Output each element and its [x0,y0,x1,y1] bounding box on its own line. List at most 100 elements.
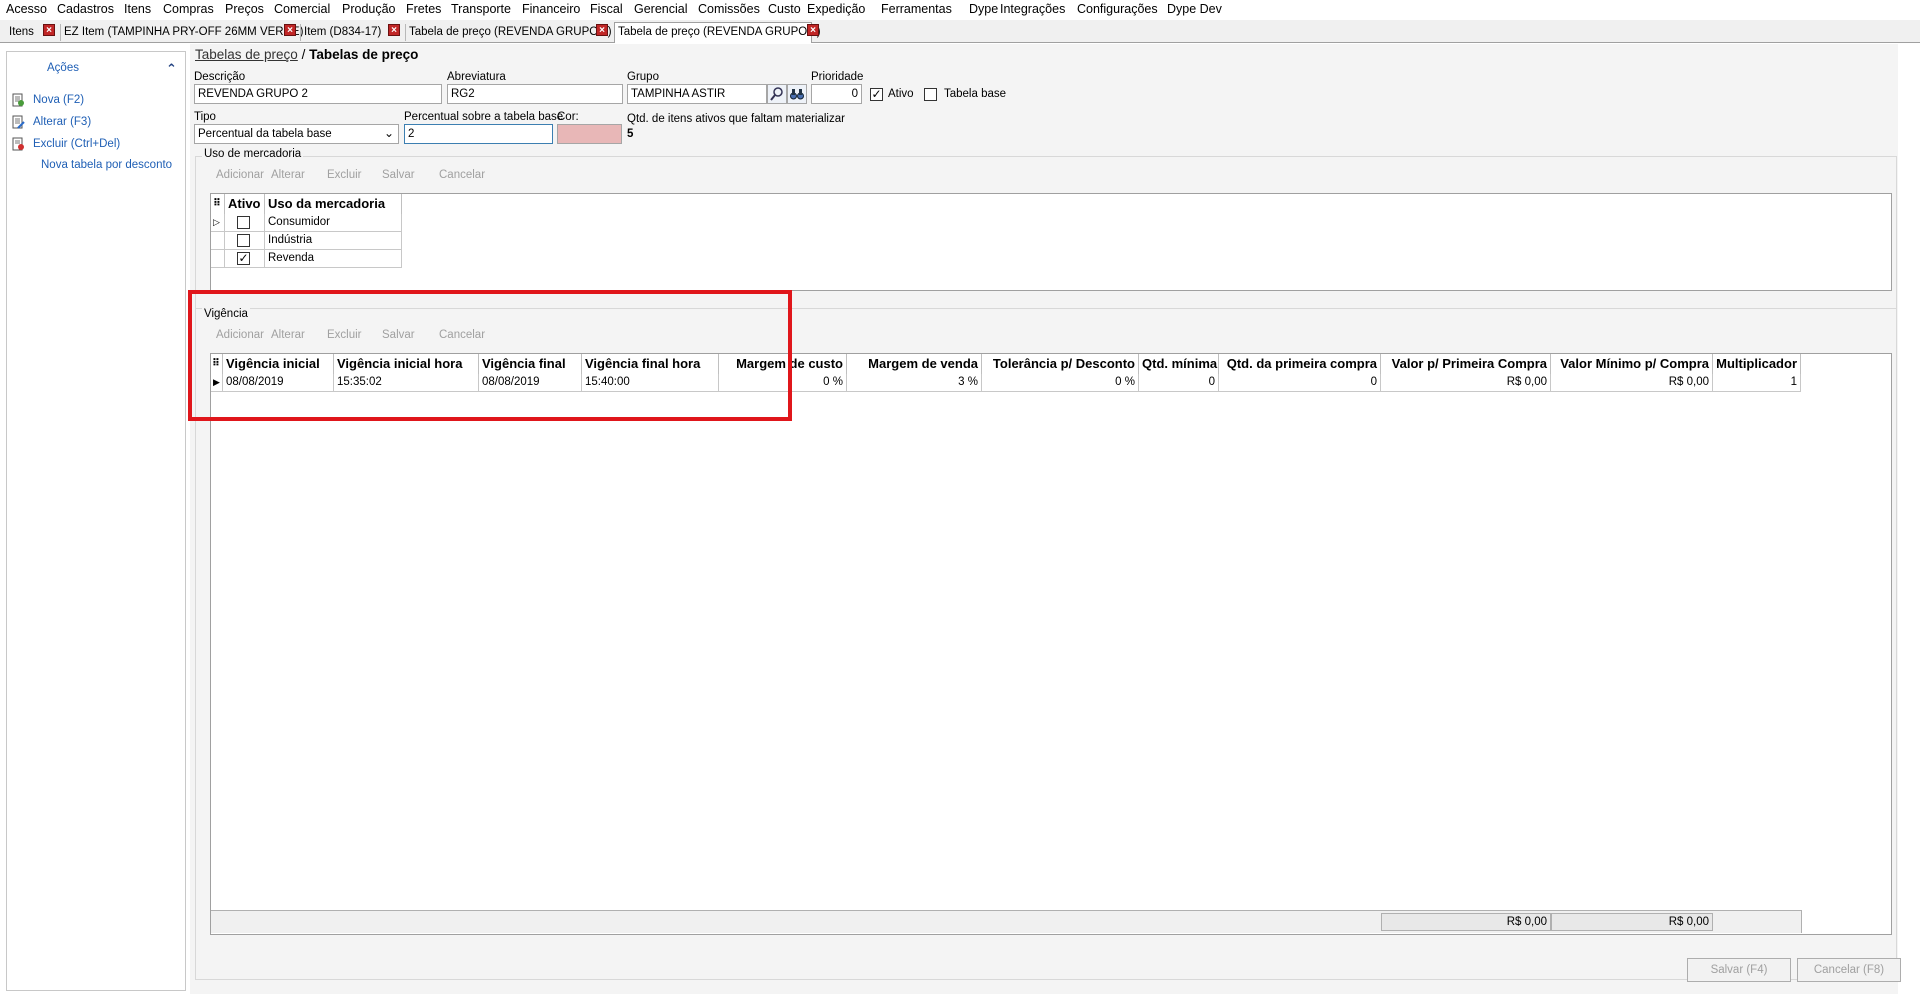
abreviatura-field[interactable]: RG2 [447,84,623,104]
uso-cancelar-button[interactable]: Cancelar [439,169,485,181]
tab-label: EZ Item (TAMPINHA PRY-OFF 26MM VERDE) [64,26,304,38]
menu-item-configuracoes[interactable]: Configurações [1077,2,1158,16]
menu-item-precos[interactable]: Preços [225,2,264,16]
action-excluir[interactable]: Excluir (Ctrl+Del) [11,137,120,155]
close-icon[interactable]: × [43,24,55,36]
table-cell-ativo[interactable] [225,232,265,250]
uso-adicionar-button[interactable]: Adicionar [216,169,264,181]
table-cell[interactable]: 1 [1713,374,1801,392]
table-cell[interactable]: R$ 0,00 [1381,374,1551,392]
menu-item-expedicao[interactable]: Expedição [807,2,865,16]
table-cell[interactable]: 3 % [847,374,982,392]
grid-footer: R$ 0,00 R$ 0,00 [211,910,1802,933]
actions-header[interactable]: Ações ⌃ [7,52,185,77]
column-header-qtd-minima[interactable]: Qtd. mínima [1139,354,1219,374]
tabela-base-checkbox[interactable] [924,88,937,101]
grid-menu-icon[interactable]: ⠿ [211,194,225,214]
action-label: Excluir (Ctrl+Del) [33,138,121,151]
cor-swatch[interactable] [557,124,622,144]
menu-item-custo[interactable]: Custo [768,2,801,16]
tipo-select[interactable]: Percentual da tabela base ⌄ [194,124,399,144]
table-cell[interactable]: 0 [1219,374,1381,392]
menu-item-ferramentas[interactable]: Ferramentas [881,2,952,16]
uso-salvar-button[interactable]: Salvar [382,169,415,181]
menu-item-acesso[interactable]: Acesso [6,2,47,16]
breadcrumb: Tabelas de preço / Tabelas de preço [195,47,418,62]
tab-tabela-grupo-2[interactable]: Tabela de preço (REVENDA GRUPO 2) [614,22,821,43]
column-header-valor-minimo-compra[interactable]: Valor Mínimo p/ Compra [1551,354,1713,374]
menu-item-itens[interactable]: Itens [124,2,151,16]
tab-tabela-grupo-1[interactable]: Tabela de preço (REVENDA GRUPO 1) [405,24,612,41]
table-cell[interactable]: 0 % [982,374,1139,392]
actions-title: Ações [47,62,79,74]
binoculars-icon[interactable] [787,84,807,104]
table-cell[interactable]: 0 [1139,374,1219,392]
menu-item-integracoes[interactable]: Integrações [1000,2,1065,16]
close-icon[interactable]: × [807,24,819,36]
action-alterar[interactable]: Alterar (F3) [11,115,91,133]
menu-item-transporte[interactable]: Transporte [451,2,511,16]
tab-label: Item (D834-17) [304,26,382,38]
table-cell-uso[interactable]: Consumidor [265,214,402,232]
vigencia-grid: ⠿ Vigência inicial Vigência inicial hora… [210,353,1892,935]
salvar-button[interactable]: Salvar (F4) [1687,958,1791,982]
row-checkbox[interactable] [237,216,250,229]
table-cell-ativo[interactable]: ✓ [225,250,265,268]
action-label: Nova (F2) [33,94,85,107]
table-cell-ativo[interactable] [225,214,265,232]
menu-item-dype-dev[interactable]: Dype Dev [1167,2,1222,16]
close-icon[interactable]: × [284,24,296,36]
table-cell-uso[interactable]: Indústria [265,232,402,250]
menu-item-compras[interactable]: Compras [163,2,214,16]
menu-item-fiscal[interactable]: Fiscal [590,2,623,16]
descricao-field[interactable]: REVENDA GRUPO 2 [194,84,442,104]
tabela-base-label: Tabela base [944,88,1007,100]
tab-ez-item[interactable]: EZ Item (TAMPINHA PRY-OFF 26MM VERDE) [60,24,303,41]
menu-item-gerencial[interactable]: Gerencial [634,2,688,16]
search-icon[interactable] [767,84,787,104]
cancelar-button[interactable]: Cancelar (F8) [1797,958,1901,982]
menu-item-financeiro[interactable]: Financeiro [522,2,580,16]
breadcrumb-link[interactable]: Tabelas de preço [195,47,298,62]
menu-item-fretes[interactable]: Fretes [406,2,441,16]
uso-excluir-button[interactable]: Excluir [327,169,362,181]
column-header-uso[interactable]: Uso da mercadoria [265,194,402,214]
action-nova[interactable]: Nova (F2) [11,93,84,111]
menu-item-producao[interactable]: Produção [342,2,396,16]
tab-itens[interactable]: Itens [6,24,45,41]
highlight-box [188,290,792,421]
tipo-label: Tipo [194,111,216,123]
menu-item-cadastros[interactable]: Cadastros [57,2,114,16]
menu-item-comercial[interactable]: Comercial [274,2,330,16]
column-header-valor-primeira-compra[interactable]: Valor p/ Primeira Compra [1381,354,1551,374]
collapse-icon[interactable]: ⌃ [166,61,177,77]
abreviatura-label: Abreviatura [447,71,506,83]
percentual-field[interactable]: 2 [404,124,553,144]
column-header-margem-venda[interactable]: Margem de venda [847,354,982,374]
ativo-checkbox[interactable]: ✓ [870,88,883,101]
column-header-ativo[interactable]: Ativo [225,194,265,214]
uso-alterar-button[interactable]: Alterar [271,169,305,181]
uso-mercadoria-grid: ⠿ Ativo Uso da mercadoria ▷ Consumidor I… [210,193,1892,291]
grupo-field[interactable]: TAMPINHA ASTIR [627,84,767,104]
tab-item[interactable]: Item (D834-17) [300,24,392,41]
close-icon[interactable]: × [388,24,400,36]
close-icon[interactable]: × [596,24,608,36]
column-header-tolerancia[interactable]: Tolerância p/ Desconto [982,354,1139,374]
table-cell-uso[interactable]: Revenda [265,250,402,268]
row-checkbox[interactable] [237,234,250,247]
page-title: Tabelas de preço [309,47,419,62]
menu-item-dype[interactable]: Dype [969,2,998,16]
row-indicator-icon [211,250,225,268]
tab-label: Tabela de preço (REVENDA GRUPO 2) [618,26,821,38]
cor-label: Cor: [557,111,579,123]
table-cell[interactable]: R$ 0,00 [1551,374,1713,392]
menu-item-comissoes[interactable]: Comissões [698,2,760,16]
column-header-qtd-primeira-compra[interactable]: Qtd. da primeira compra [1219,354,1381,374]
row-checkbox[interactable]: ✓ [237,252,250,265]
action-label: Nova tabela por desconto [41,159,173,171]
prioridade-field[interactable]: 0 [811,84,862,104]
column-header-multiplicador[interactable]: Multiplicador [1713,354,1801,374]
action-nova-tabela-desconto[interactable]: Nova tabela por desconto [41,159,172,177]
qtd-itens-label: Qtd. de itens ativos que faltam material… [627,113,845,125]
